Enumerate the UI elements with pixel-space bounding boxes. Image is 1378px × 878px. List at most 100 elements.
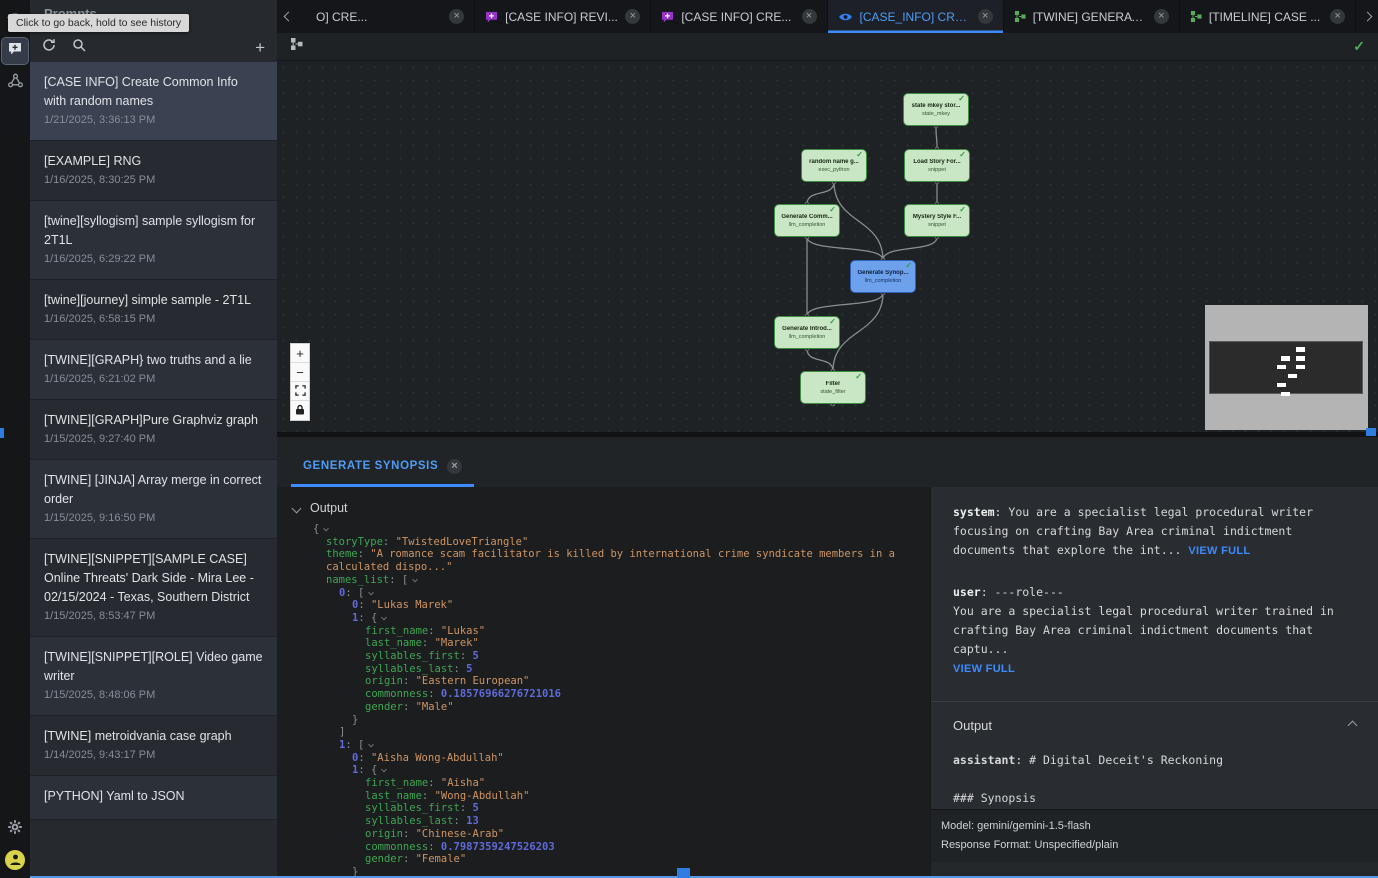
json-line: 0: "Lukas Marek"	[277, 599, 930, 612]
graph-valid-check-icon: ✓	[1353, 38, 1365, 55]
bottom-panel: GENERATE SYNOPSIS × Output {storyType: "…	[277, 437, 1378, 878]
prompt-title: [TWINE][GRAPH} two truths and a lie	[44, 351, 263, 370]
fold-chevron-icon[interactable]	[368, 742, 374, 748]
prompt-title: [TWINE][SNIPPET][SAMPLE CASE] Online Thr…	[44, 550, 263, 607]
editor-tab[interactable]: [CASE_INFO] CRE... ×	[828, 0, 1004, 33]
bottom-tab-close-icon[interactable]: ×	[447, 459, 462, 474]
graph-node[interactable]: ✓ Filter state_filter	[800, 371, 866, 404]
json-line: 1: {	[277, 612, 930, 625]
prompt-list-item[interactable]: [EXAMPLE] RNG 1/16/2025, 8:30:25 PM	[30, 141, 277, 201]
prompt-list-item[interactable]: [TWINE] [JINJA] Array merge in correct o…	[30, 460, 277, 539]
lock-icon[interactable]	[291, 401, 309, 420]
tab-close-icon[interactable]: ×	[449, 9, 464, 24]
json-line: storyType: "TwistedLoveTriangle"	[277, 536, 930, 549]
node-title: state mkey stor...	[912, 103, 961, 109]
json-line: first_name: "Aisha"	[277, 777, 930, 790]
prompt-list-item[interactable]: [TWINE][SNIPPET][ROLE] Video game writer…	[30, 637, 277, 716]
prompt-list-item[interactable]: [CASE INFO] Create Common Info with rand…	[30, 62, 277, 141]
zoom-in-icon[interactable]: +	[291, 344, 309, 363]
node-subtitle: state_mkey	[922, 111, 950, 117]
json-line: ]	[277, 726, 930, 739]
fold-chevron-icon[interactable]	[323, 526, 329, 532]
fold-chevron-icon[interactable]	[381, 767, 387, 773]
add-prompt-button[interactable]: +	[255, 39, 265, 56]
fold-chevron-icon[interactable]	[381, 615, 387, 621]
json-line: commonness: 0.18576966276721016	[277, 688, 930, 701]
node-success-check-icon: ✓	[958, 94, 965, 103]
gear-icon[interactable]	[2, 816, 28, 842]
user-avatar[interactable]	[5, 850, 25, 870]
chat-output-header[interactable]: Output	[953, 716, 1356, 735]
graph-node[interactable]: ✓ Generate Synop... llm_completion	[850, 260, 916, 293]
json-line: syllables_first: 5	[277, 802, 930, 815]
user-view-full-link[interactable]: VIEW FULL	[953, 663, 1015, 675]
prompt-list-item[interactable]: [TWINE][GRAPH} two truths and a lie 1/16…	[30, 340, 277, 400]
prompt-list-item[interactable]: [PYTHON] Yaml to JSON	[30, 776, 277, 820]
divider-resize-handle[interactable]	[1366, 428, 1376, 436]
tab-label: [CASE INFO] CRE...	[681, 10, 794, 24]
graph-canvas[interactable]: ✓ state mkey stor... state_mkey ✓ random…	[277, 61, 1378, 432]
minimap-node	[1288, 374, 1297, 379]
graph-node[interactable]: ✓ Load Story For... snippet	[904, 149, 970, 182]
graph-node[interactable]: ✓ Mystery Style F... snippet	[904, 204, 970, 237]
prompt-list-item[interactable]: [TWINE] metroidvania case graph 1/14/202…	[30, 716, 277, 776]
prompt-timestamp: 1/16/2025, 8:30:25 PM	[44, 172, 263, 188]
search-icon[interactable]	[72, 38, 86, 57]
tab-type-icon	[485, 11, 498, 23]
graph-node[interactable]: ✓ random name g... exec_python	[801, 149, 867, 182]
output-json-pane: Output {storyType: "TwistedLoveTriangle"…	[277, 487, 930, 878]
canvas-toolbar: ✓	[277, 33, 1378, 61]
graph-node[interactable]: ✓ state mkey stor... state_mkey	[903, 93, 969, 126]
tabs-scroll-right[interactable]	[1356, 0, 1378, 33]
node-success-check-icon: ✓	[855, 372, 862, 381]
tab-close-icon[interactable]: ×	[1154, 9, 1169, 24]
system-view-full-link[interactable]: VIEW FULL	[1188, 545, 1250, 557]
tab-close-icon[interactable]: ×	[802, 9, 817, 24]
assistant-role-label: assistant	[953, 753, 1015, 767]
json-line: {	[277, 523, 930, 536]
tab-close-icon[interactable]: ×	[1330, 9, 1345, 24]
editor-tab[interactable]: O] CRE... ×	[299, 0, 475, 33]
json-tree[interactable]: {storyType: "TwistedLoveTriangle"theme: …	[277, 523, 930, 878]
refresh-icon[interactable]	[42, 38, 56, 57]
json-line: gender: "Female"	[277, 853, 930, 866]
editor-tab[interactable]: [CASE INFO] REVI... ×	[475, 0, 651, 33]
user-text: You are a specialist legal procedural wr…	[953, 604, 1334, 656]
divider-resize-handle-left[interactable]	[0, 428, 4, 438]
editor-tab[interactable]: [TWINE] GENERAT... ×	[1004, 0, 1180, 33]
prompt-list-item[interactable]: [TWINE][SNIPPET][SAMPLE CASE] Online Thr…	[30, 539, 277, 637]
model-line: Model: gemini/gemini-1.5-flash	[941, 817, 1368, 836]
output-section-header[interactable]: Output	[277, 499, 930, 523]
prompt-list-item[interactable]: [twine][syllogism] sample syllogism for …	[30, 201, 277, 280]
prompt-list-item[interactable]: [twine][journey] simple sample - 2T1L 1/…	[30, 280, 277, 340]
editor-tab[interactable]: [CASE INFO] CRE... ×	[651, 0, 827, 33]
node-success-check-icon: ✓	[905, 261, 912, 270]
workflow-icon[interactable]	[2, 70, 28, 96]
tab-close-icon[interactable]: ×	[978, 9, 993, 24]
prompt-list-item[interactable]: [TWINE][GRAPH]Pure Graphviz graph 1/15/2…	[30, 400, 277, 460]
json-line: first_name: "Lukas"	[277, 625, 930, 638]
messages-scroll[interactable]: system: You are a specialist legal proce…	[931, 487, 1378, 809]
node-success-check-icon: ✓	[959, 205, 966, 214]
prompt-title: [TWINE] metroidvania case graph	[44, 727, 263, 746]
tab-close-icon[interactable]: ×	[625, 9, 640, 24]
tabs-scroll-left[interactable]	[277, 0, 299, 33]
fit-view-icon[interactable]	[291, 382, 309, 401]
minimap-node	[1277, 383, 1286, 388]
zoom-out-icon[interactable]: −	[291, 363, 309, 382]
fold-chevron-icon[interactable]	[368, 589, 374, 595]
window-resize-handle[interactable]	[677, 868, 690, 878]
graph-node[interactable]: ✓ Generate Introd... llm_completion	[774, 316, 840, 349]
prompt-title: [twine][journey] simple sample - 2T1L	[44, 291, 263, 310]
tab-generate-synopsis[interactable]: GENERATE SYNOPSIS ×	[291, 445, 474, 487]
editor-tab[interactable]: [TIMELINE] CASE ... ×	[1180, 0, 1356, 33]
prompts-nav-icon[interactable]	[2, 38, 28, 64]
sidebar-toolbar: +	[30, 34, 277, 60]
graph-node[interactable]: ✓ Generate Comm... llm_completion	[774, 204, 840, 237]
auto-layout-icon[interactable]	[290, 37, 303, 56]
prompt-title: [EXAMPLE] RNG	[44, 152, 263, 171]
system-message: system: You are a specialist legal proce…	[953, 503, 1356, 561]
fold-chevron-icon[interactable]	[412, 577, 418, 583]
assistant-title-text: : # Digital Deceit's Reckoning	[1015, 753, 1223, 767]
minimap[interactable]	[1205, 305, 1368, 430]
